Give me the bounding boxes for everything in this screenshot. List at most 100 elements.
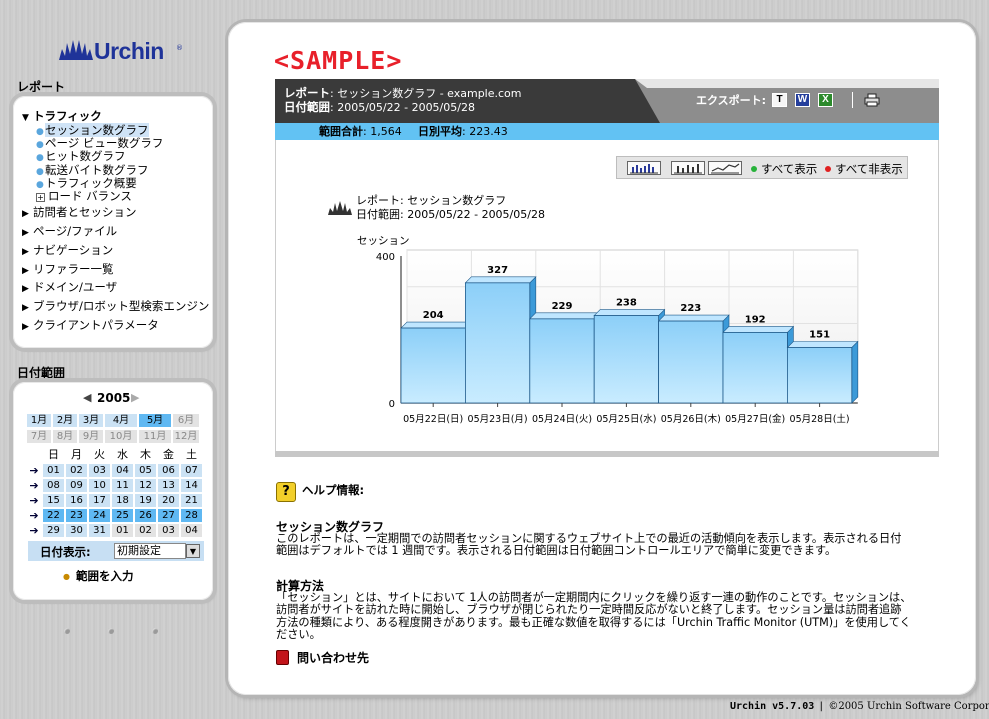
nav-navigation[interactable]: ▶ ナビゲーション [22,241,212,260]
date-display-select[interactable]: 初期設定 [114,543,186,559]
calendar-day[interactable]: 31 [89,524,110,537]
month-2[interactable]: 2月 [53,414,77,427]
contact-link[interactable]: 問い合わせ先 [297,649,369,666]
column-chart-button[interactable] [671,161,705,175]
calendar-day[interactable]: 19 [135,494,156,507]
calendar-day[interactable]: 17 [89,494,110,507]
week-select-arrow-icon[interactable]: ➔ [26,479,42,492]
calendar-day[interactable]: 14 [181,479,202,492]
report-section-heading: レポート [17,80,66,94]
calendar-day[interactable]: 27 [158,509,179,522]
export-label: エクスポート: [696,94,767,107]
calendar-day[interactable]: 07 [181,464,202,477]
month-4[interactable]: 4月 [105,414,137,427]
weekday-label: 火 [94,448,105,461]
export-word-icon[interactable]: W [795,93,810,107]
urchin-logo[interactable]: Urchin ® [58,36,188,66]
calendar-day[interactable]: 13 [158,479,179,492]
calendar-day[interactable]: 20 [158,494,179,507]
nav-pages-files[interactable]: ▶ ページ/ファイル [22,222,212,241]
week-select-arrow-icon[interactable]: ➔ [26,494,42,507]
month-8: 8月 [53,430,77,443]
export-text-icon[interactable]: T [772,93,787,107]
chart-area-bottom [275,451,939,457]
calendar-day[interactable]: 28 [181,509,202,522]
month-5[interactable]: 5月 [139,414,171,427]
calendar-day[interactable]: 24 [89,509,110,522]
expand-plus-icon[interactable]: + [36,192,45,202]
bar-top [786,341,859,348]
calendar-day[interactable]: 11 [112,479,133,492]
weekday-label: 日 [48,448,59,461]
enter-range-link[interactable]: ● 範囲を入力 [63,568,133,584]
calendar-day[interactable]: 12 [135,479,156,492]
calendar-day[interactable]: 29 [43,524,64,537]
month-1[interactable]: 1月 [27,414,51,427]
calendar-day[interactable]: 04 [112,464,133,477]
nav-load-balance[interactable]: + ロード バランス [22,189,212,203]
calendar-day[interactable]: 05 [135,464,156,477]
collapsed-triangle-icon: ▶ [22,227,29,238]
calendar-day[interactable]: 03 [89,464,110,477]
x-tick-label: 05月28日(土) [790,413,850,425]
x-tick-label: 05月25日(水) [596,413,656,425]
calendar-day[interactable]: 01 [112,524,133,537]
expanded-triangle-icon: ▼ [22,113,29,123]
calendar-day[interactable]: 23 [66,509,87,522]
calendar-day[interactable]: 04 [181,524,202,537]
calendar-day[interactable]: 10 [89,479,110,492]
red-dot-icon [825,166,831,172]
calendar-day[interactable]: 03 [158,524,179,537]
nav-browsers-robots[interactable]: ▶ ブラウザ/ロボット型検索エンジン [22,297,212,316]
nav-client-params[interactable]: ▶ クライアントパラメータ [22,316,212,335]
calendar-day[interactable]: 21 [181,494,202,507]
urchin-logo-icon [59,40,93,60]
calendar-day[interactable]: 09 [66,479,87,492]
week-select-arrow-icon[interactable]: ➔ [26,524,42,537]
calendar-day[interactable]: 06 [158,464,179,477]
dropdown-arrow-icon[interactable]: ▼ [186,544,200,558]
bar-side [851,340,859,404]
chart-header: レポート: セッション数グラフ 日付範囲: 2005/05/22 - 2005/… [356,194,545,222]
bar-chart-button[interactable] [627,161,661,175]
x-tick-label: 05月22日(日) [403,414,463,425]
calendar-day[interactable]: 02 [66,464,87,477]
x-tick-label: 05月23日(月) [468,414,528,425]
bar-top [722,326,795,333]
help-section1-body: このレポートは、一定期間での訪問者セッションに関するウェブサイト上での最近の活動… [276,532,902,558]
line-chart-icon [711,163,740,174]
bullet-icon: ● [63,572,70,581]
version-text: Urchin v5.7.03 [730,701,815,712]
calendar-day[interactable]: 25 [112,509,133,522]
chart-range-line: 日付範囲: 2005/05/22 - 2005/05/28 [356,208,545,221]
print-icon[interactable] [864,93,880,107]
help-icon: ? [276,482,296,502]
hide-all-link[interactable]: すべて非表示 [825,161,903,177]
export-excel-icon[interactable]: X [818,93,833,107]
calendar-day[interactable]: 02 [135,524,156,537]
week-select-arrow-icon[interactable]: ➔ [26,509,42,522]
nav-traffic[interactable]: ▼ トラフィック [22,108,212,124]
calendar-day[interactable]: 22 [43,509,64,522]
nav-domains-users[interactable]: ▶ ドメイン/ユーザ [22,278,212,297]
month-3[interactable]: 3月 [79,414,103,427]
nav-visitors-sessions[interactable]: ▶ 訪問者とセッション [22,203,212,222]
calendar-day[interactable]: 01 [43,464,64,477]
calendar-day[interactable]: 18 [112,494,133,507]
export-divider [852,92,853,108]
calendar-day[interactable]: 08 [43,479,64,492]
show-all-link[interactable]: すべて表示 [751,161,817,177]
calendar-day[interactable]: 15 [43,494,64,507]
x-tick-label: 05月27日(金) [725,413,785,425]
nav-referrers[interactable]: ▶ リファラー一覧 [22,260,212,279]
calendar-day[interactable]: 16 [66,494,87,507]
chart-toolbar: すべて表示 すべて非表示 [616,156,908,179]
calendar-day[interactable]: 26 [135,509,156,522]
line-chart-button[interactable] [708,161,742,175]
calendar-day[interactable]: 30 [66,524,87,537]
bar [787,347,853,404]
data-label: 204 [423,310,444,321]
bar [658,320,724,404]
week-select-arrow-icon[interactable]: ➔ [26,464,42,477]
weekday-label: 土 [186,448,197,461]
